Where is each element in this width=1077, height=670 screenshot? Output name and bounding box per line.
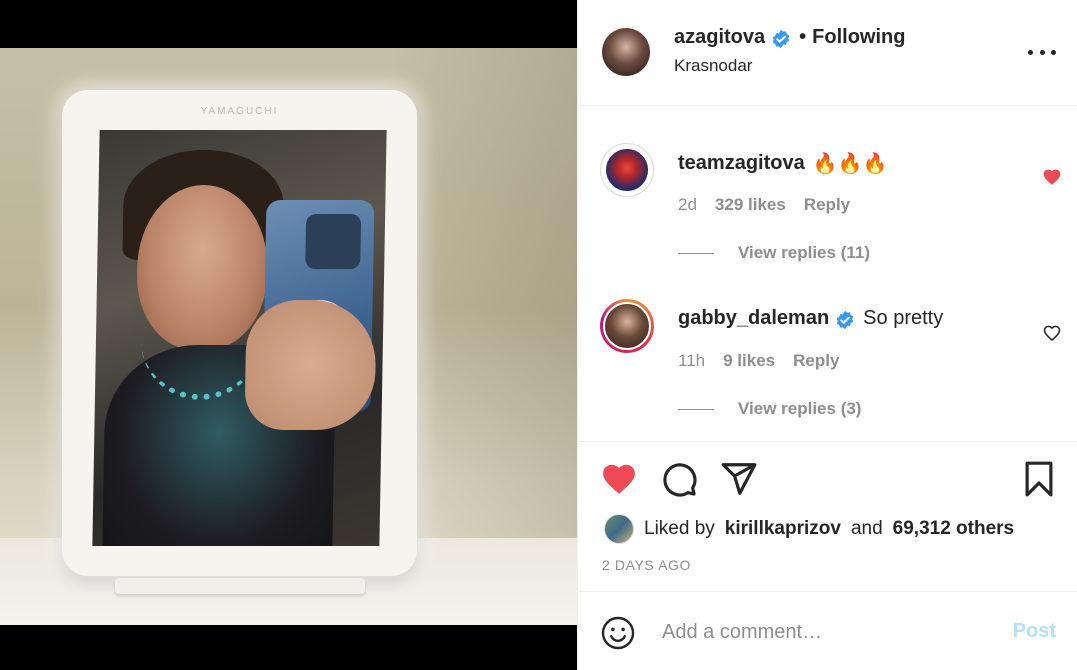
mirror-brand-text: YAMAGUCHI [200,106,279,117]
comment-meta: 11h 9 likes Reply [678,351,839,371]
author-avatar[interactable] [602,28,650,76]
comment-likes-count[interactable]: 329 likes [715,195,786,215]
comment-avatar[interactable] [600,299,654,353]
comment-text-row: teamzagitova 🔥🔥🔥 [678,151,887,176]
likes-count-button[interactable]: 69,312 others [893,518,1014,540]
post-location[interactable]: Krasnodar [674,56,752,76]
photo-mirror: YAMAGUCHI [62,90,417,576]
follow-separator: • [799,26,807,48]
share-paper-plane-icon[interactable] [720,460,758,498]
comment-meta: 2d 329 likes Reply [678,195,850,215]
comment-likes-count[interactable]: 9 likes [723,351,775,371]
verified-badge-icon [772,29,790,49]
like-heart-filled-icon[interactable] [600,460,638,498]
liked-by-row: Liked by kirillkaprizov and 69,312 other… [604,514,1014,544]
add-comment-input[interactable] [662,614,992,650]
liked-by-avatar[interactable] [604,514,634,544]
mirror-reflection [92,130,387,546]
view-replies-button[interactable]: View replies (3) [678,399,861,419]
add-comment-bar: Post [578,591,1077,670]
comment-avatar-image [603,302,651,350]
post-media-panel: YAMAGUCHI [0,0,577,670]
view-replies-label: View replies (11) [738,243,870,262]
liked-by-and: and [850,518,883,539]
comments-list: teamzagitova 🔥🔥🔥 2d 329 likes Reply View… [578,107,1077,441]
liked-by-username[interactable]: kirillkaprizov [725,518,841,540]
post-photo[interactable]: YAMAGUCHI [0,48,577,625]
reflection-hand [244,300,377,430]
view-replies-line [678,408,714,410]
view-replies-line [678,252,714,254]
author-row: azagitova • Following [674,26,905,49]
comment-username[interactable]: gabby_daleman [678,307,829,330]
comment-age[interactable]: 11h [678,351,705,371]
comment-heart-filled-icon[interactable] [1042,167,1062,187]
comment-body: So pretty [863,307,944,329]
post-header: azagitova • Following Krasnodar [578,0,1077,106]
author-username[interactable]: azagitova [674,26,765,49]
post-actions: Liked by kirillkaprizov and 69,312 other… [578,441,1077,591]
view-replies-label: View replies (3) [738,399,862,418]
reflection-face [135,185,269,350]
liked-by-prefix: Liked by [644,518,715,539]
comment-reply-button[interactable]: Reply [793,351,839,371]
view-replies-button[interactable]: View replies (11) [678,243,870,263]
comment-body: 🔥🔥🔥 [812,153,888,175]
phone-camera [305,214,362,269]
comment-bubble-icon[interactable] [660,460,698,498]
verified-badge-icon [836,310,854,330]
comment-heart-outline-icon[interactable] [1042,323,1062,343]
post-comment-button[interactable]: Post [1013,620,1056,643]
more-options-icon[interactable] [1028,40,1056,64]
post-sidebar: azagitova • Following Krasnodar teamzagi… [577,0,1077,670]
post-timestamp[interactable]: 2 DAYS AGO [602,557,691,573]
comment-avatar-image [604,147,650,193]
save-bookmark-icon[interactable] [1020,460,1058,498]
following-button[interactable]: Following [812,26,905,49]
mirror-stand [115,578,365,594]
comment-age[interactable]: 2d [678,195,697,215]
comment-username[interactable]: teamzagitova [678,152,805,175]
emoji-smiley-icon[interactable] [600,615,636,651]
comment-reply-button[interactable]: Reply [804,195,850,215]
comment-text-row: gabby_daleman So pretty [678,307,943,330]
comment-avatar[interactable] [600,143,654,197]
